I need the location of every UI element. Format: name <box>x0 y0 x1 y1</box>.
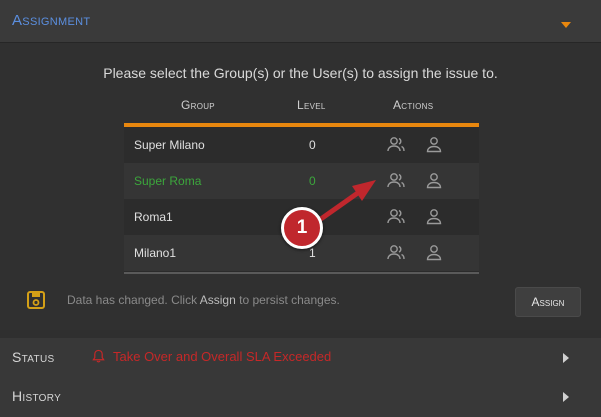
users-group-icon[interactable] <box>386 135 406 155</box>
save-icon <box>27 291 45 309</box>
group-level: 1 <box>309 246 316 260</box>
column-header-group: Group <box>181 98 215 112</box>
assign-button[interactable]: Assign <box>515 287 581 317</box>
group-level: 0 <box>309 174 316 188</box>
caret-right-icon[interactable] <box>563 392 569 402</box>
table-row: Super Roma 0 <box>124 163 479 199</box>
sla-text: Take Over and Overall SLA Exceeded <box>113 349 332 364</box>
users-group-icon[interactable] <box>386 207 406 227</box>
caret-down-icon[interactable] <box>561 22 571 28</box>
caret-right-icon[interactable] <box>563 353 569 363</box>
assignment-panel: Assignment Please select the Group(s) or… <box>0 0 601 417</box>
history-title: History <box>12 388 62 404</box>
callout-badge: 1 <box>281 207 323 249</box>
changed-action: Assign <box>199 293 236 307</box>
group-table: Super Milano 0 Super Roma 0 Roma1 Milano… <box>124 123 479 273</box>
column-header-level: Level <box>297 98 326 112</box>
status-title: Status <box>12 349 55 365</box>
user-icon[interactable] <box>424 207 444 227</box>
history-header[interactable]: History <box>0 377 601 417</box>
user-icon[interactable] <box>424 135 444 155</box>
group-name: Roma1 <box>134 210 173 224</box>
assignment-header[interactable]: Assignment <box>0 0 601 43</box>
changed-prefix: Data has changed. Click <box>67 293 200 307</box>
table-bottom-border <box>124 272 479 274</box>
users-group-icon[interactable] <box>386 243 406 263</box>
group-level: 0 <box>309 138 316 152</box>
column-header-actions: Actions <box>393 98 434 112</box>
intro-text: Please select the Group(s) or the User(s… <box>103 65 498 81</box>
changed-suffix: to persist changes. <box>235 293 340 307</box>
group-name: Super Roma <box>134 174 202 188</box>
group-name: Super Milano <box>134 138 205 152</box>
group-name: Milano1 <box>134 246 177 260</box>
user-icon[interactable] <box>424 171 444 191</box>
data-changed-message: Data has changed. Click Assign to persis… <box>67 293 340 307</box>
table-row: Super Milano 0 <box>124 127 479 163</box>
users-group-icon[interactable] <box>386 171 406 191</box>
status-header[interactable]: Status Take Over and Overall SLA Exceede… <box>0 338 601 378</box>
assignment-body: Please select the Group(s) or the User(s… <box>0 43 601 330</box>
bell-icon <box>92 349 105 363</box>
assignment-title: Assignment <box>12 12 91 29</box>
user-icon[interactable] <box>424 243 444 263</box>
